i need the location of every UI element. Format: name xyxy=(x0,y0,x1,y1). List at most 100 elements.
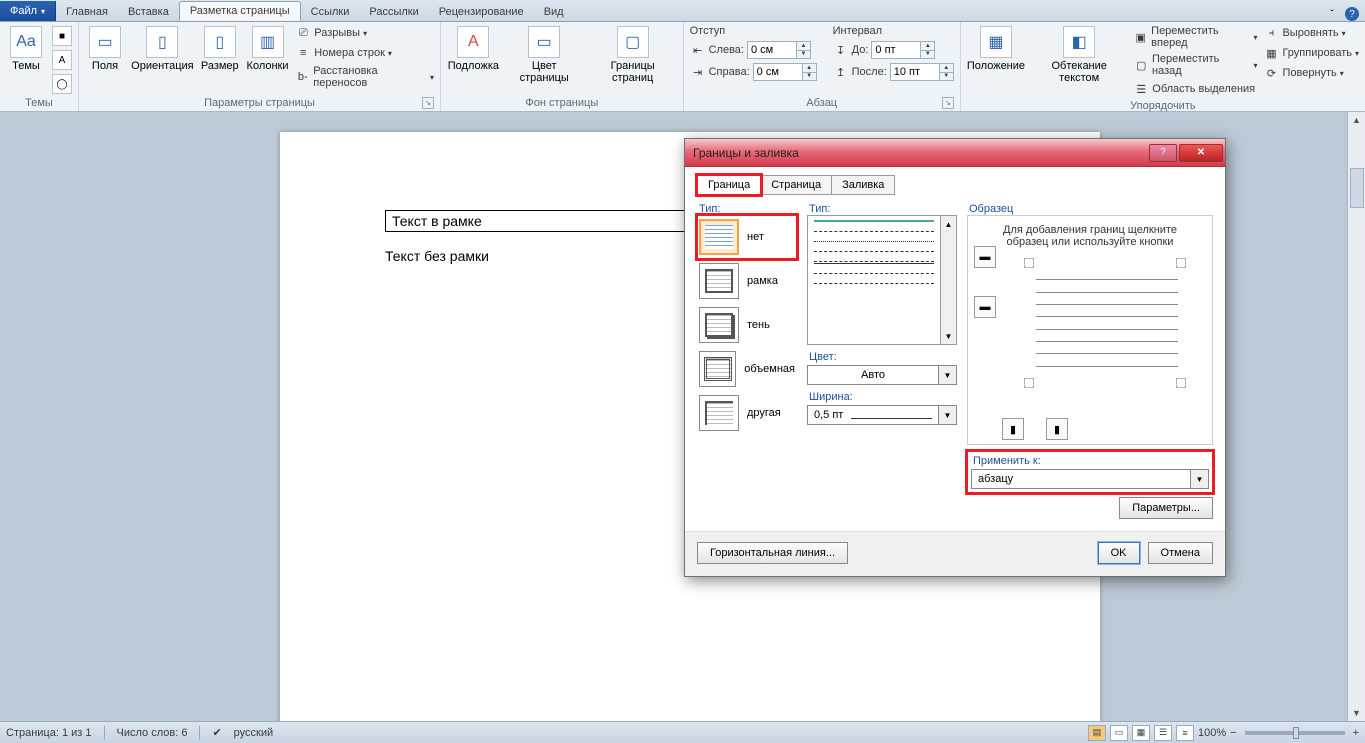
plain-text[interactable]: Текст без рамки xyxy=(385,248,489,264)
status-page[interactable]: Страница: 1 из 1 xyxy=(6,727,92,739)
send-backward-label: Переместить назад xyxy=(1152,53,1250,77)
bring-forward-button[interactable]: ▣Переместить вперед ▾ xyxy=(1133,24,1257,50)
style-listbox[interactable]: ▲▼ xyxy=(807,215,957,345)
watermark-button[interactable]: AПодложка xyxy=(447,24,500,74)
width-dropdown[interactable]: 0,5 пт▼ xyxy=(807,405,957,425)
view-web[interactable]: ▦ xyxy=(1132,725,1150,741)
tab-mailings[interactable]: Рассылки xyxy=(359,3,428,21)
chevron-down-icon[interactable]: ▼ xyxy=(1191,469,1209,489)
page-borders-icon: ▢ xyxy=(617,26,649,58)
dialog-tab-page[interactable]: Страница xyxy=(760,175,832,195)
dialog-tab-fill[interactable]: Заливка xyxy=(831,175,895,195)
chevron-down-icon[interactable]: ▼ xyxy=(939,405,957,425)
edge-left-button[interactable]: ▮ xyxy=(1002,418,1024,440)
selection-pane-icon: ☰ xyxy=(1133,81,1149,97)
align-button[interactable]: ⫞Выровнять ▾ xyxy=(1263,24,1359,42)
status-language[interactable]: русский xyxy=(234,727,273,739)
selection-pane-label: Область выделения xyxy=(1152,83,1255,95)
view-full-screen[interactable]: ▭ xyxy=(1110,725,1128,741)
help-icon[interactable]: ? xyxy=(1345,7,1359,21)
theme-effects-button[interactable]: ◯ xyxy=(52,74,72,94)
theme-fonts-button[interactable]: A xyxy=(52,50,72,70)
dialog-close-button[interactable]: ✕ xyxy=(1179,144,1223,162)
wrap-text-icon: ◧ xyxy=(1063,26,1095,58)
cancel-button[interactable]: Отмена xyxy=(1148,542,1213,564)
edge-right-button[interactable]: ▮ xyxy=(1046,418,1068,440)
indent-right-input[interactable]: ▲▼ xyxy=(753,63,817,81)
horizontal-line-button[interactable]: Горизонтальная линия... xyxy=(697,542,848,564)
type-shadow[interactable]: тень xyxy=(697,303,797,347)
tab-file[interactable]: Файл xyxy=(0,1,56,21)
tab-insert[interactable]: Вставка xyxy=(118,3,179,21)
margins-icon: ▭ xyxy=(89,26,121,58)
scroll-thumb[interactable] xyxy=(1350,168,1364,208)
size-label: Размер xyxy=(201,60,239,72)
tab-references[interactable]: Ссылки xyxy=(301,3,360,21)
dialog-tab-border[interactable]: Граница xyxy=(697,175,761,195)
group-arrange: ▦Положение ◧Обтекание текстом ▣Перемести… xyxy=(961,22,1365,111)
theme-colors-button[interactable]: ■ xyxy=(52,26,72,46)
page-borders-button[interactable]: ▢Границы страниц xyxy=(589,24,677,86)
tab-view[interactable]: Вид xyxy=(534,3,574,21)
paragraph-launcher[interactable]: ↘ xyxy=(942,97,954,109)
type-box[interactable]: рамка xyxy=(697,259,797,303)
tab-review[interactable]: Рецензирование xyxy=(429,3,534,21)
zoom-slider[interactable] xyxy=(1245,731,1345,735)
zoom-out-button[interactable]: − xyxy=(1230,727,1236,739)
dialog-titlebar[interactable]: Границы и заливка ? ✕ xyxy=(685,139,1225,167)
chevron-down-icon[interactable]: ▼ xyxy=(939,365,957,385)
spacing-header: Интервал xyxy=(833,24,954,38)
view-print-layout[interactable]: ▤ xyxy=(1088,725,1106,741)
page-setup-launcher[interactable]: ↘ xyxy=(422,97,434,109)
apply-to-dropdown[interactable]: абзацу▼ xyxy=(971,469,1209,489)
tab-home[interactable]: Главная xyxy=(56,3,118,21)
ok-button[interactable]: OK xyxy=(1098,542,1140,564)
size-button[interactable]: ▯Размер xyxy=(200,24,240,74)
columns-button[interactable]: ▥Колонки xyxy=(246,24,290,74)
view-draft[interactable]: ≡ xyxy=(1176,725,1194,741)
send-backward-button[interactable]: ▢Переместить назад ▾ xyxy=(1133,52,1257,78)
group-title-page-bg: Фон страницы xyxy=(447,95,677,111)
selection-pane-button[interactable]: ☰Область выделения xyxy=(1133,80,1257,98)
zoom-value[interactable]: 100% xyxy=(1198,727,1226,739)
status-words[interactable]: Число слов: 6 xyxy=(117,727,188,739)
spacing-before-input[interactable]: ▲▼ xyxy=(871,41,935,59)
vertical-scrollbar[interactable]: ▲ ▼ xyxy=(1347,112,1365,721)
margins-button[interactable]: ▭Поля xyxy=(85,24,125,74)
style-scroll-up[interactable]: ▲ xyxy=(941,216,956,232)
edge-top-button[interactable]: ▬ xyxy=(974,246,996,268)
align-label: Выровнять xyxy=(1282,27,1338,39)
type-custom[interactable]: другая xyxy=(697,391,797,435)
view-outline[interactable]: ☰ xyxy=(1154,725,1172,741)
themes-button[interactable]: Aa Темы xyxy=(6,24,46,74)
line-numbers-button[interactable]: ≡Номера строк ▾ xyxy=(295,44,434,62)
rotate-button[interactable]: ⟳Повернуть ▾ xyxy=(1263,64,1359,82)
proofing-icon[interactable]: ✔ xyxy=(212,726,221,739)
edge-bottom-button[interactable]: ▬ xyxy=(974,296,996,318)
minimize-ribbon-icon[interactable]: ˇ xyxy=(1325,7,1339,21)
tab-page-layout[interactable]: Разметка страницы xyxy=(179,1,301,21)
send-backward-icon: ▢ xyxy=(1133,57,1149,73)
zoom-in-button[interactable]: + xyxy=(1353,727,1359,739)
themes-label: Темы xyxy=(12,60,40,72)
params-button[interactable]: Параметры... xyxy=(1119,497,1213,519)
color-dropdown[interactable]: Авто▼ xyxy=(807,365,957,385)
style-scroll-down[interactable]: ▼ xyxy=(941,328,956,344)
breaks-button[interactable]: ⎚Разрывы ▾ xyxy=(295,24,434,42)
hyphenation-button[interactable]: b-Расстановка переносов ▾ xyxy=(295,64,434,90)
page-color-button[interactable]: ▭Цвет страницы xyxy=(506,24,583,86)
status-bar: Страница: 1 из 1 Число слов: 6 ✔ русский… xyxy=(0,721,1365,743)
rotate-icon: ⟳ xyxy=(1263,65,1279,81)
type-3d[interactable]: объемная xyxy=(697,347,797,391)
scroll-up-icon[interactable]: ▲ xyxy=(1348,112,1365,128)
sample-area[interactable] xyxy=(994,258,1186,388)
indent-left-input[interactable]: ▲▼ xyxy=(747,41,811,59)
scroll-down-icon[interactable]: ▼ xyxy=(1348,705,1365,721)
type-none[interactable]: нет xyxy=(697,215,797,259)
position-button[interactable]: ▦Положение xyxy=(967,24,1025,74)
dialog-help-button[interactable]: ? xyxy=(1149,144,1177,162)
group-button[interactable]: ▦Группировать ▾ xyxy=(1263,44,1359,62)
wrap-text-button[interactable]: ◧Обтекание текстом xyxy=(1031,24,1127,86)
spacing-after-input[interactable]: ▲▼ xyxy=(890,63,954,81)
orientation-button[interactable]: ▯Ориентация xyxy=(131,24,194,74)
